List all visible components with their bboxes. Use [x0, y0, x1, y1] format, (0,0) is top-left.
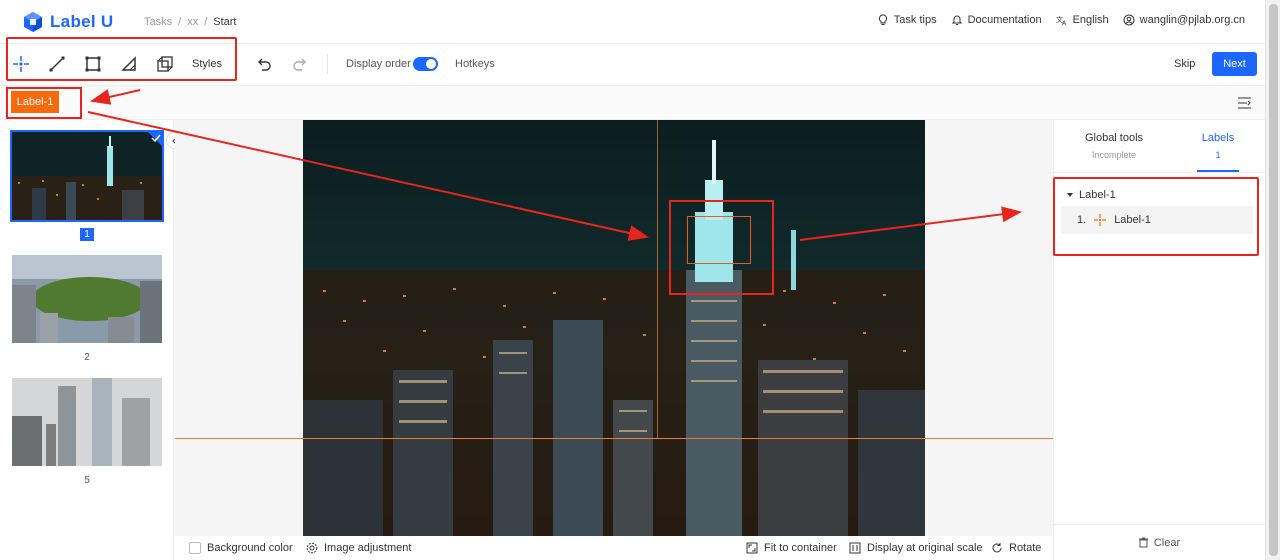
lightbulb-icon [878, 14, 887, 25]
documentation-label: Documentation [967, 14, 1042, 26]
background-color-toggle[interactable]: Background color [189, 542, 293, 554]
display-order-toggle[interactable] [413, 57, 438, 71]
breadcrumb-xx[interactable]: xx [187, 16, 198, 28]
canvas-bottom-bar: Background color Image adjustment Fit to… [175, 536, 1053, 560]
image-adjustment-label: Image adjustment [324, 542, 412, 554]
tab-labels[interactable]: Labels 1 [1190, 132, 1246, 160]
image-adjustment-button[interactable]: Image adjustment [306, 542, 411, 554]
city-night-image [303, 120, 925, 536]
skip-button[interactable]: Skip [1174, 58, 1195, 70]
label-group-header[interactable]: Label-1 [1066, 189, 1116, 201]
breadcrumb-tasks[interactable]: Tasks [144, 16, 172, 28]
label-chip[interactable]: Label-1 [11, 91, 59, 113]
annotation-index: 1. [1077, 214, 1087, 226]
breadcrumb-current: Start [213, 16, 237, 28]
tab-labels-label: Labels [1201, 132, 1235, 144]
display-order-label: Display order [346, 58, 411, 70]
polygon-tool-icon [121, 56, 136, 71]
annotated-image [303, 120, 925, 536]
tab-global-tools[interactable]: Global tools Incomplete [1076, 132, 1152, 160]
bell-icon [951, 15, 962, 25]
undo-icon[interactable] [256, 56, 272, 72]
toolbar-divider [327, 54, 328, 74]
user-icon [1123, 14, 1135, 26]
app-logo[interactable]: Label U [22, 11, 114, 33]
user-menu[interactable]: wanglin@pjlab.org.cn [1123, 14, 1245, 26]
breadcrumb-separator: / [178, 16, 182, 28]
language-label: English [1072, 14, 1109, 26]
original-scale-button[interactable]: Display at original scale [849, 542, 983, 554]
thumbnail-number: 1 [0, 228, 174, 241]
background-color-label: Background color [207, 542, 293, 554]
checkbox[interactable] [189, 542, 201, 554]
label-bar [0, 86, 1265, 120]
rect-tool-icon [85, 56, 101, 72]
tab-global-status: Incomplete [1091, 150, 1137, 160]
scrollbar-thumb[interactable] [1269, 4, 1278, 556]
thumbnail-number-text: 1 [80, 228, 94, 241]
documentation-link[interactable]: Documentation [951, 14, 1042, 26]
language-switch[interactable]: 文A English [1056, 14, 1109, 26]
logo-cube-icon [24, 12, 42, 32]
breadcrumb-separator: / [204, 16, 208, 28]
tab-global-label: Global tools [1084, 132, 1144, 144]
fit-to-container-button[interactable]: Fit to container [746, 542, 837, 554]
thumbnail-image [12, 255, 162, 343]
trash-icon [1138, 537, 1148, 548]
polygon-tool-button[interactable] [120, 55, 138, 73]
redo-icon[interactable] [292, 56, 308, 72]
annotation-list-item[interactable]: 1. Label-1 [1061, 206, 1253, 234]
task-tips-label: Task tips [893, 14, 937, 26]
active-tab-underline [1197, 170, 1239, 172]
point-annotation-icon [1094, 214, 1107, 226]
line-tool-button[interactable] [48, 55, 66, 73]
thumbnail-1[interactable] [10, 130, 164, 222]
thumbnail-number: 5 [84, 475, 90, 486]
check-icon [151, 134, 161, 143]
gear-icon [306, 542, 318, 554]
caret-down-icon [1067, 193, 1073, 197]
hotkeys-button[interactable]: Hotkeys [455, 58, 495, 70]
attribute-menu-icon[interactable] [1238, 97, 1251, 109]
point-tool-icon [13, 56, 29, 72]
svg-text:A: A [1062, 20, 1067, 26]
thumbnail-image [12, 132, 162, 220]
annotation-highlight-box [669, 200, 774, 295]
thumbnail-2[interactable] [12, 255, 162, 343]
tab-divider [1054, 172, 1266, 173]
thumbnail-image [12, 378, 162, 466]
thumbnail-number: 2 [84, 352, 90, 363]
logo-text: Label U [50, 12, 114, 31]
rotate-button[interactable]: Rotate [991, 542, 1041, 554]
fit-screen-icon [746, 542, 758, 554]
rotate-label: Rotate [1009, 542, 1042, 554]
clear-button[interactable]: Clear [1053, 524, 1265, 560]
page-scrollbar[interactable] [1265, 0, 1280, 560]
translate-icon: 文A [1056, 15, 1067, 26]
cuboid-tool-button[interactable] [156, 55, 174, 73]
tab-labels-count: 1 [1215, 150, 1221, 160]
fit-to-container-label: Fit to container [764, 542, 837, 554]
cuboid-tool-icon [157, 56, 173, 72]
original-scale-icon [849, 542, 861, 554]
crosshair-horizontal [175, 438, 1053, 439]
point-tool-button[interactable] [12, 55, 30, 73]
clear-label: Clear [1153, 536, 1181, 549]
annotation-canvas[interactable] [175, 120, 1053, 536]
rotate-icon [992, 543, 1002, 553]
original-scale-label: Display at original scale [867, 542, 983, 554]
next-button[interactable]: Next [1212, 52, 1257, 76]
thumbnail-5[interactable] [12, 378, 162, 466]
user-email: wanglin@pjlab.org.cn [1139, 14, 1245, 26]
breadcrumb: Tasks / xx / Start [144, 16, 236, 28]
label-group-name: Label-1 [1079, 189, 1116, 201]
styles-button[interactable]: Styles [192, 58, 222, 70]
crosshair-vertical [657, 120, 658, 438]
line-tool-icon [49, 56, 65, 72]
rect-tool-button[interactable] [84, 55, 102, 73]
task-tips-link[interactable]: Task tips [877, 14, 937, 26]
annotation-name: Label-1 [1114, 214, 1151, 226]
